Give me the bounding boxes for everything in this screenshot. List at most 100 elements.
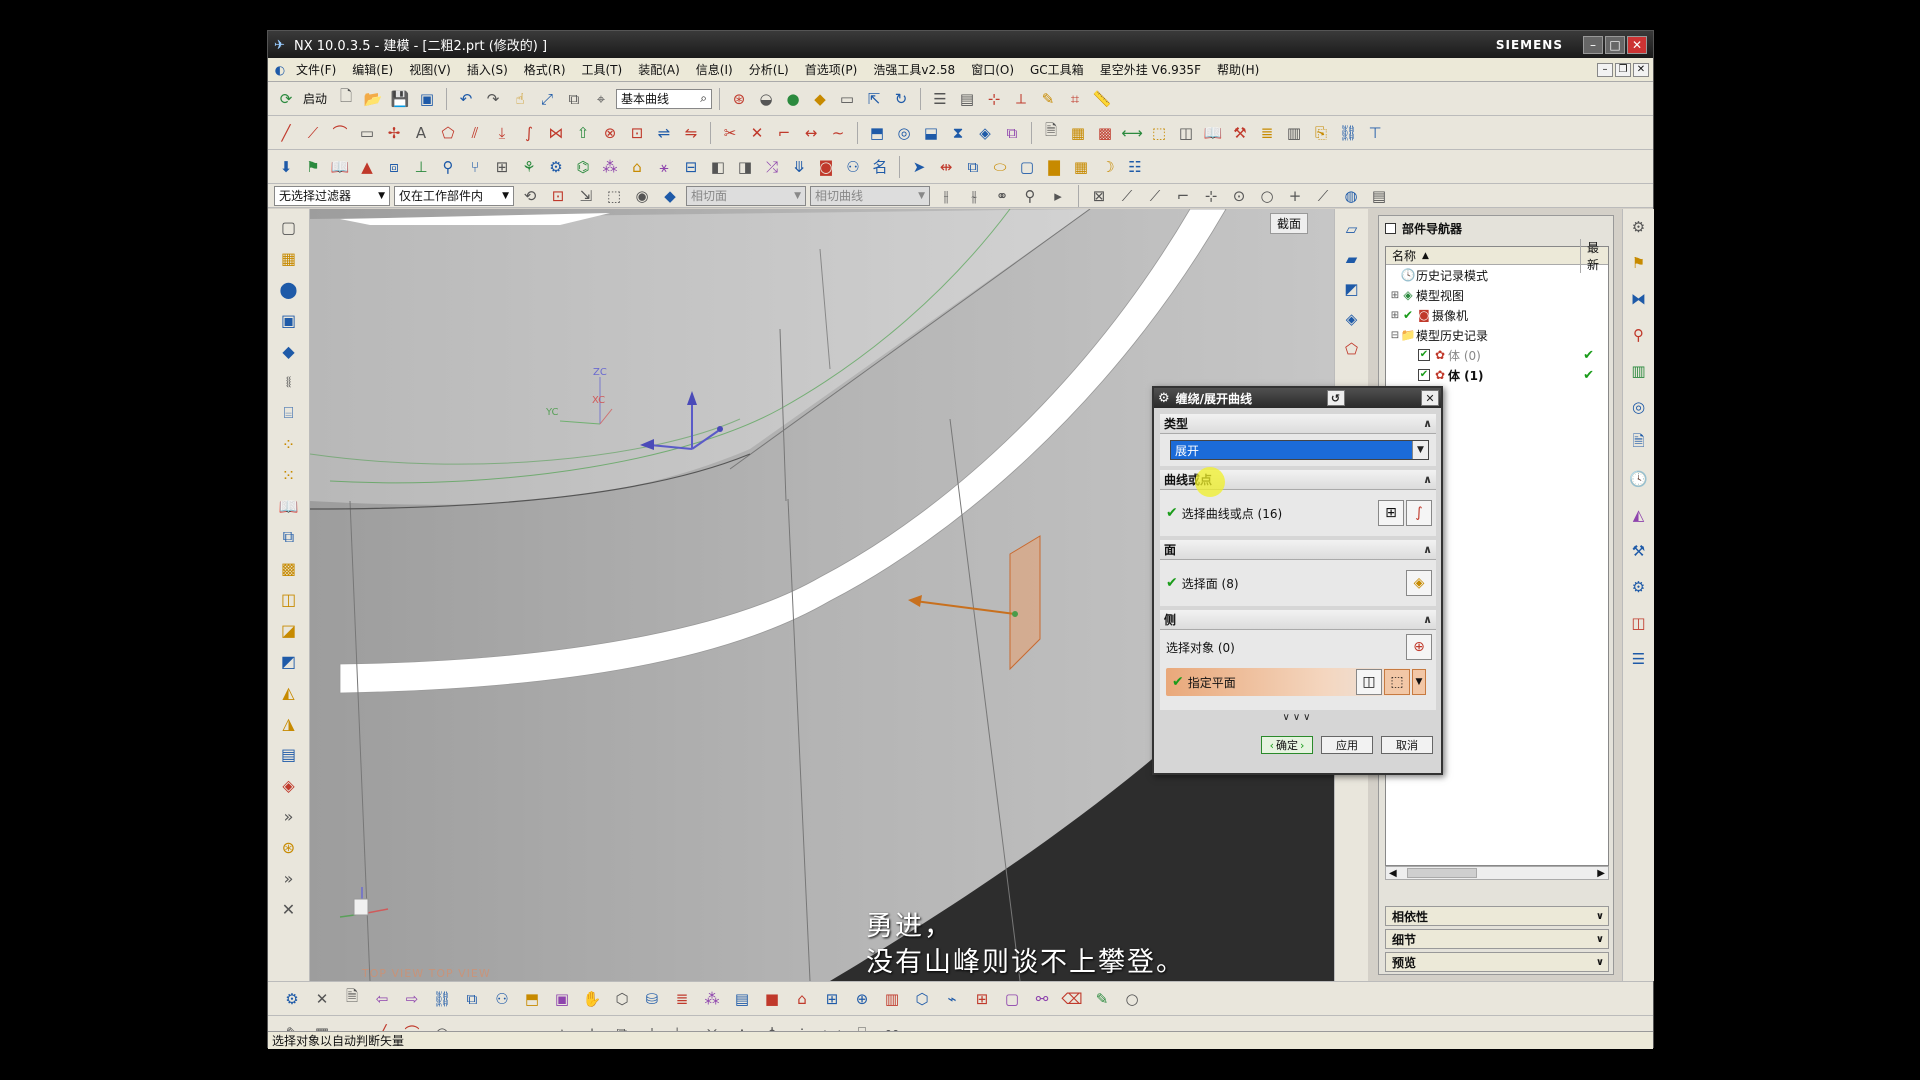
wire-icon[interactable]: ⬡ (610, 987, 634, 1011)
cancel-button[interactable]: 取消 (1381, 736, 1433, 754)
snap-midpoint-icon[interactable]: ⟋ (1143, 184, 1167, 207)
spring-icon[interactable]: ⧛ (276, 370, 302, 394)
system-scene-icon[interactable]: ☰ (1627, 647, 1651, 671)
scroll-left-icon[interactable]: ◀ (1389, 868, 1397, 879)
menu-help[interactable]: 帮助(H) (1209, 61, 1267, 78)
fork-icon[interactable]: ⑂ (463, 155, 487, 179)
divide-curve-icon[interactable]: ✕ (745, 121, 769, 145)
split-icon[interactable]: ⊕ (850, 987, 874, 1011)
menu-tools[interactable]: 工具(T) (574, 61, 631, 78)
rotate-view-icon[interactable]: ↻ (889, 87, 913, 111)
dialog-close-button[interactable]: ✕ (1420, 390, 1439, 406)
extrude-icon[interactable]: ⬒ (865, 121, 889, 145)
gear-icon[interactable]: ⚙ (1158, 391, 1170, 406)
menu-assembly[interactable]: 装配(A) (630, 61, 688, 78)
shaded-icon[interactable]: ● (781, 87, 805, 111)
arrow-down-icon[interactable]: ⤋ (787, 155, 811, 179)
snap-control-icon[interactable]: ⌐ (1171, 184, 1195, 207)
mirror-curve-icon[interactable]: ⇋ (679, 121, 703, 145)
arrow-right-icon[interactable]: ▸ (1046, 184, 1070, 207)
user-icon[interactable]: ⚇ (490, 987, 514, 1011)
trim-curve-icon[interactable]: ✂ (718, 121, 742, 145)
tool-icon[interactable]: ⚙ (280, 987, 304, 1011)
tangle-icon[interactable]: ⚯ (1030, 987, 1054, 1011)
menu-info[interactable]: 信息(I) (688, 61, 741, 78)
section-curve-icon[interactable]: ⊡ (625, 121, 649, 145)
collapse-icon[interactable]: ⊟ (1390, 330, 1400, 341)
general-select-icon[interactable]: ⊡ (546, 184, 570, 207)
eraser-icon[interactable]: ⌫ (1060, 987, 1084, 1011)
array-icon[interactable]: ⁙ (276, 463, 302, 487)
surface-icon[interactable]: ◈ (973, 121, 997, 145)
part-navigator-icon[interactable]: ⚲ (1627, 323, 1651, 347)
cone-icon[interactable]: ◆ (276, 339, 302, 363)
tree-item-model-history[interactable]: ⊟ 📁 模型历史记录 (1386, 325, 1608, 345)
cam-icon[interactable]: ◙ (814, 155, 838, 179)
point-icon[interactable]: ✢ (382, 121, 406, 145)
link-icon[interactable]: ⛓ (430, 987, 454, 1011)
expand-icon[interactable]: ⊞ (1390, 310, 1400, 321)
cabinet-icon[interactable]: ⬒ (520, 987, 544, 1011)
reuse-library-icon[interactable]: ▥ (1627, 359, 1651, 383)
box-icon[interactable]: ⬚ (1147, 121, 1171, 145)
start-icon[interactable]: ⟳ (274, 87, 298, 111)
save-icon[interactable]: 💾 (388, 87, 412, 111)
revolve-icon[interactable]: ◎ (892, 121, 916, 145)
select-rect-icon[interactable]: ▢ (276, 215, 302, 239)
download-icon[interactable]: ⬇ (274, 155, 298, 179)
select-face-row[interactable]: ✔ 选择面 (8) ◈ (1160, 560, 1436, 606)
process-studio-icon[interactable]: ⚒ (1627, 539, 1651, 563)
copy-icon[interactable]: ⧉ (562, 87, 586, 111)
stack-icon[interactable]: ≣ (670, 987, 694, 1011)
text-icon[interactable]: A (409, 121, 433, 145)
history-palette-icon[interactable]: 🗎 (1627, 431, 1651, 455)
cone-icon[interactable]: ▲ (355, 155, 379, 179)
web-browser-icon[interactable]: ◎ (1627, 395, 1651, 419)
chevron-down-icon[interactable]: ▼ (1412, 669, 1426, 695)
more-icon[interactable]: » (276, 866, 302, 890)
pattern-icon[interactable]: ⁘ (276, 432, 302, 456)
blend-icon[interactable]: ◈ (276, 773, 302, 797)
more-icon[interactable]: » (276, 804, 302, 828)
ruler-icon[interactable]: 📏 (1090, 87, 1114, 111)
ordinate-icon[interactable]: ⊤ (1363, 121, 1387, 145)
red-cube-icon[interactable]: ■ (760, 987, 784, 1011)
snap-tangent-icon[interactable]: ⟋ (1311, 184, 1335, 207)
share-icon[interactable]: ⚹ (652, 155, 676, 179)
menu-edit[interactable]: 编辑(E) (344, 61, 401, 78)
render-style-icon[interactable]: ◒ (754, 87, 778, 111)
box-select-icon[interactable]: ⬚ (602, 184, 626, 207)
layer-settings-icon[interactable]: ☰ (928, 87, 952, 111)
inferred-plane-icon[interactable]: ⬚ (1384, 669, 1410, 695)
add-curve-icon[interactable]: ⊞ (1378, 500, 1404, 526)
view-icon[interactable]: ◫ (1174, 121, 1198, 145)
pin-select-icon[interactable]: ⚲ (1018, 184, 1042, 207)
mdi-close-button[interactable]: ✕ (1633, 62, 1649, 77)
gear-icon[interactable]: ⚙ (1627, 215, 1651, 239)
select-all-icon[interactable]: ⇲ (574, 184, 598, 207)
mesh-icon[interactable]: ⁂ (700, 987, 724, 1011)
note-icon[interactable]: ▇ (1042, 155, 1066, 179)
project-curve-icon[interactable]: ⤓ (490, 121, 514, 145)
visibility-checkbox[interactable]: ✔ (1418, 349, 1430, 361)
start-button[interactable]: 启动 (303, 90, 327, 107)
transform-icon[interactable]: ⤢ (535, 87, 559, 111)
feature-select-icon[interactable]: ◉ (630, 184, 654, 207)
fillet-curve-icon[interactable]: ⌐ (772, 121, 796, 145)
circle-icon[interactable]: ○ (1120, 987, 1144, 1011)
cube-icon[interactable]: ▣ (550, 987, 574, 1011)
follow-fillet-icon[interactable]: ⫳ (962, 184, 986, 207)
redo-icon[interactable]: ↷ (481, 87, 505, 111)
curve-rule-dropdown[interactable]: 相切曲线 ▼ (810, 185, 930, 206)
save-all-icon[interactable]: ▣ (415, 87, 439, 111)
wcs-icon[interactable]: ⊹ (982, 87, 1006, 111)
edge-display-icon[interactable]: ◆ (808, 87, 832, 111)
bridge-icon[interactable]: ⌂ (790, 987, 814, 1011)
bridge-curve-icon[interactable]: ∫ (517, 121, 541, 145)
cross-icon[interactable]: ✕ (276, 897, 302, 921)
section-view-label[interactable]: 截面 (1269, 213, 1308, 234)
accordion-preview[interactable]: 预览 ∨ (1385, 952, 1609, 972)
chart-icon[interactable]: ⌁ (940, 987, 964, 1011)
group-icon[interactable]: ⧈ (382, 155, 406, 179)
draft-icon[interactable]: ◭ (276, 680, 302, 704)
